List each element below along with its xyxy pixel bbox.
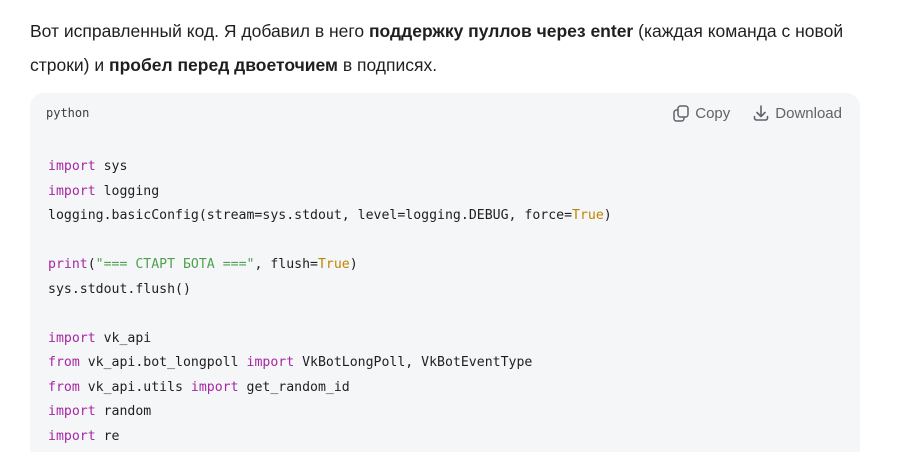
code-line: from vk_api.utils import get_random_id xyxy=(48,376,612,401)
assistant-message: Вот исправленный код. Я добавил в него п… xyxy=(30,14,860,82)
code-keyword: from xyxy=(48,355,80,370)
message-text: в подписях. xyxy=(337,55,438,75)
code-keyword: import xyxy=(190,379,239,395)
code-keyword: import xyxy=(48,330,96,346)
code-block: python Copy Download import sys import lo… xyxy=(30,93,860,452)
code-keyword: import xyxy=(48,183,96,199)
code-literal: True xyxy=(317,257,350,272)
code-token: vk_api xyxy=(95,330,152,346)
code-line: import re xyxy=(48,425,612,450)
code-line: import logging xyxy=(48,180,612,205)
code-keyword: print xyxy=(48,257,88,272)
code-token: logging xyxy=(95,183,160,199)
code-token: ) xyxy=(603,208,612,223)
code-token: sys xyxy=(95,159,128,174)
code-keyword: import xyxy=(48,428,96,444)
code-actions: Copy Download xyxy=(672,104,842,122)
message-bold-text: пробел перед двоеточием xyxy=(109,55,338,75)
code-line: import vk_api xyxy=(48,327,612,352)
code-token: ) xyxy=(349,257,358,272)
code-line: print("=== СТАРТ БОТА ===", flush=True) xyxy=(48,253,612,278)
code-token: vk_api.utils xyxy=(79,379,191,395)
download-icon xyxy=(753,105,769,121)
download-label: Download xyxy=(775,104,842,122)
code-token: ( xyxy=(87,257,96,272)
code-token: random xyxy=(95,404,152,419)
code-token: vk_api.bot_longpoll xyxy=(79,355,247,370)
code-line: logging.basicConfig(stream=sys.stdout, l… xyxy=(48,204,612,229)
copy-button[interactable]: Copy xyxy=(672,104,730,122)
code-token: sys.stdout.flush() xyxy=(48,281,191,297)
copy-icon xyxy=(673,105,689,122)
code-keyword: import xyxy=(48,159,96,174)
download-button[interactable]: Download xyxy=(752,104,842,122)
code-keyword: import xyxy=(48,404,96,419)
code-line: sys.stdout.flush() xyxy=(48,278,612,303)
code-token: , flush= xyxy=(254,257,318,272)
code-line: from vk_api.bot_longpoll import VkBotLon… xyxy=(48,351,612,376)
code-block-header: python Copy Download xyxy=(30,93,860,137)
code-token: sys.stdout, level= xyxy=(262,208,406,223)
code-keyword: from xyxy=(48,379,80,395)
code-line: import random xyxy=(48,400,612,425)
code-token: logging.basicConfig(stream= xyxy=(48,208,263,223)
code-token: logging.DEBUG, force= xyxy=(405,208,573,223)
message-text: Вот исправленный код. Я добавил в него xyxy=(30,21,369,41)
code-language-label: python xyxy=(46,106,90,120)
code-line: import sys xyxy=(48,155,612,180)
code-keyword: import xyxy=(246,355,295,370)
code-token: VkBotLongPoll, VkBotEventType xyxy=(294,355,533,370)
code-content: import sys import logging logging.basicCon… xyxy=(48,155,612,449)
code-literal: True xyxy=(572,208,604,223)
code-string: "=== СТАРТ БОТА ===" xyxy=(95,257,255,272)
copy-label: Copy xyxy=(695,104,731,122)
message-bold-text: поддержку пуллов через enter xyxy=(368,21,634,41)
code-token: re xyxy=(95,428,120,444)
code-token: get_random_id xyxy=(238,379,350,395)
